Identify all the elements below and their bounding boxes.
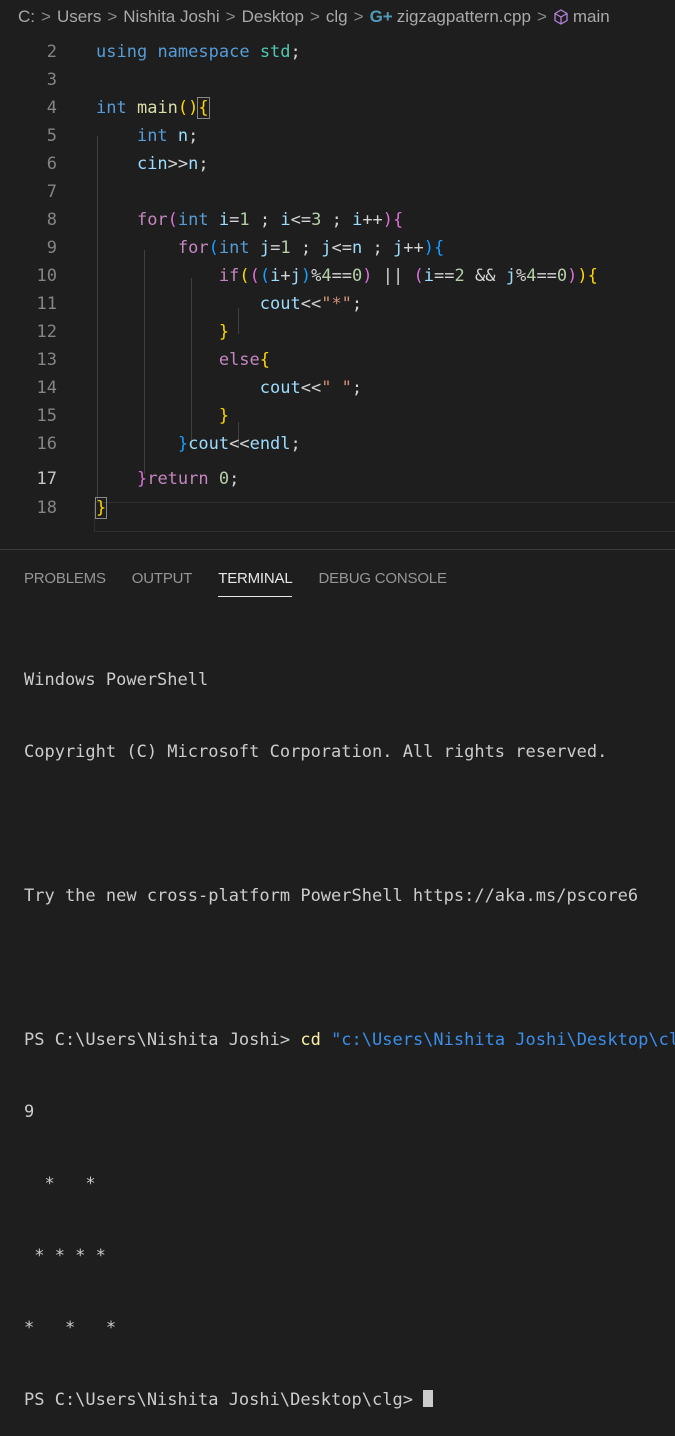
chevron-right-icon: > bbox=[309, 7, 320, 26]
code-line: 12 } bbox=[0, 318, 675, 346]
tab-terminal[interactable]: TERMINAL bbox=[218, 568, 293, 597]
terminal-input-value: 9 bbox=[24, 1102, 35, 1122]
breadcrumb-item-desktop[interactable]: Desktop bbox=[242, 7, 304, 26]
code-line: 16 }cout<<endl; bbox=[0, 430, 675, 458]
line-number: 9 bbox=[46, 238, 57, 258]
code-text: int n; bbox=[136, 126, 199, 146]
line-number: 15 bbox=[36, 406, 57, 426]
line-number: 13 bbox=[36, 350, 57, 370]
code-text: using namespace std; bbox=[96, 42, 301, 62]
line-number: 2 bbox=[46, 42, 57, 62]
code-text: cout<<"*"; bbox=[259, 294, 363, 314]
line-number: 18 bbox=[36, 498, 57, 518]
line-number: 8 bbox=[46, 210, 57, 230]
code-line: 3 bbox=[0, 66, 675, 94]
code-line: 17 }return 0; bbox=[0, 465, 675, 493]
code-text: } bbox=[218, 322, 230, 342]
code-line: 6 cin>>n; bbox=[0, 150, 675, 178]
terminal-output-line: * * bbox=[24, 1174, 96, 1194]
code-text: cout<<" "; bbox=[259, 378, 363, 398]
tab-debug-console[interactable]: DEBUG CONSOLE bbox=[318, 568, 446, 590]
code-line: 5 int n; bbox=[0, 122, 675, 150]
symbol-method-icon bbox=[553, 3, 569, 34]
line-number: 14 bbox=[36, 378, 57, 398]
code-text: }cout<<endl; bbox=[177, 434, 301, 454]
code-line: 10 if(((i+j)%4==0) || (i==2 && j%4==0)){ bbox=[0, 262, 675, 290]
chevron-right-icon: > bbox=[107, 7, 118, 26]
terminal-prompt: PS C:\Users\Nishita Joshi> bbox=[24, 1030, 301, 1050]
line-number: 3 bbox=[46, 70, 57, 90]
code-text: int main(){ bbox=[96, 97, 210, 119]
code-line: 18} bbox=[0, 494, 675, 522]
breadcrumb-item-symbol[interactable]: main bbox=[573, 7, 610, 26]
terminal-line: Try the new cross-platform PowerShell ht… bbox=[24, 886, 639, 906]
line-number: 10 bbox=[36, 266, 57, 286]
code-line: 2 using namespace std; bbox=[0, 38, 675, 66]
terminal-output-line: * * * bbox=[24, 1318, 117, 1338]
code-text: }return 0; bbox=[136, 469, 240, 489]
line-number: 7 bbox=[46, 182, 57, 202]
code-editor[interactable]: 2 using namespace std; 3 4 int main(){ 5 i… bbox=[0, 38, 675, 532]
terminal-command-arg: "c:\Users\Nishita Joshi\Desktop\clg\" bbox=[320, 1030, 675, 1050]
code-text: for(int j=1 ; j<=n ; j++){ bbox=[177, 238, 445, 258]
terminal-prompt: PS C:\Users\Nishita Joshi\Desktop\clg> bbox=[24, 1390, 424, 1410]
code-text: } bbox=[94, 497, 108, 519]
line-number: 16 bbox=[36, 434, 57, 454]
line-number: 12 bbox=[36, 322, 57, 342]
chevron-right-icon: > bbox=[353, 7, 364, 26]
code-line: 13 else{ bbox=[0, 346, 675, 374]
line-number: 17 bbox=[36, 469, 57, 489]
code-line: 14 cout<<" "; bbox=[0, 374, 675, 402]
tab-output[interactable]: OUTPUT bbox=[132, 568, 193, 590]
code-text: for(int i=1 ; i<=3 ; i++){ bbox=[136, 210, 404, 230]
code-text: else{ bbox=[218, 350, 271, 370]
tab-problems[interactable]: PROBLEMS bbox=[24, 568, 106, 590]
terminal-command: cd bbox=[300, 1030, 321, 1050]
panel-tabs: PROBLEMS OUTPUT TERMINAL DEBUG CONSOLE bbox=[24, 568, 473, 598]
code-line: 4 int main(){ bbox=[0, 94, 675, 122]
terminal-output-line: * * * * bbox=[24, 1246, 106, 1266]
terminal-line: Copyright (C) Microsoft Corporation. All… bbox=[24, 742, 608, 762]
cpp-file-icon: G+ bbox=[369, 7, 393, 26]
terminal-command-line: PS C:\Users\Nishita Joshi> cd "c:\Users\… bbox=[24, 1028, 675, 1052]
code-text: } bbox=[218, 406, 230, 426]
chevron-right-icon: > bbox=[225, 7, 236, 26]
terminal-cursor bbox=[423, 1390, 434, 1407]
code-line: 8 for(int i=1 ; i<=3 ; i++){ bbox=[0, 206, 675, 234]
breadcrumb-item-drive[interactable]: C: bbox=[18, 7, 35, 26]
terminal-line: Windows PowerShell bbox=[24, 670, 209, 690]
chevron-right-icon: > bbox=[536, 7, 547, 26]
code-text: cin>>n; bbox=[136, 154, 209, 174]
line-number: 6 bbox=[46, 154, 57, 174]
breadcrumb-item-folder[interactable]: clg bbox=[326, 7, 348, 26]
breadcrumb-item-users[interactable]: Users bbox=[57, 7, 101, 26]
breadcrumb: C: > Users > Nishita Joshi > Desktop > clg > G+ zig… bbox=[0, 0, 675, 34]
panel-divider[interactable] bbox=[0, 549, 675, 550]
terminal[interactable]: Windows PowerShell Copyright (C) Microso… bbox=[24, 620, 675, 1436]
code-line: 11 cout<<"*"; bbox=[0, 290, 675, 318]
chevron-right-icon: > bbox=[41, 7, 51, 26]
line-number: 11 bbox=[36, 294, 57, 314]
terminal-final-prompt-line: PS C:\Users\Nishita Joshi\Desktop\clg> bbox=[24, 1388, 675, 1412]
code-line: 15 } bbox=[0, 402, 675, 430]
line-number: 4 bbox=[46, 98, 57, 118]
line-number: 5 bbox=[46, 126, 57, 146]
code-line: 7 bbox=[0, 178, 675, 206]
code-text: if(((i+j)%4==0) || (i==2 && j%4==0)){ bbox=[218, 266, 598, 286]
code-line: 9 for(int j=1 ; j<=n ; j++){ bbox=[0, 234, 675, 262]
breadcrumb-item-file[interactable]: zigzagpattern.cpp bbox=[397, 7, 531, 26]
breadcrumb-item-user[interactable]: Nishita Joshi bbox=[123, 7, 219, 26]
